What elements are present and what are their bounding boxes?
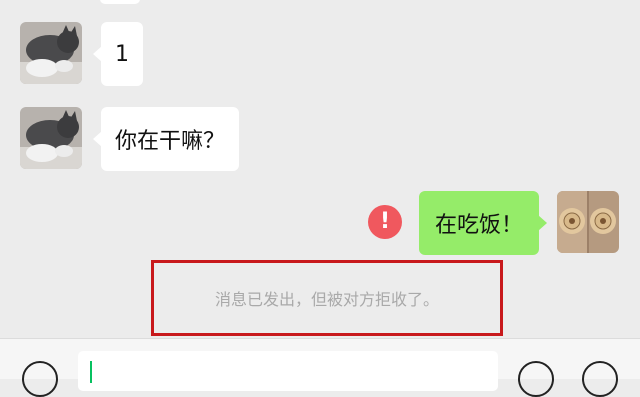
message-text: 在吃饭！ (434, 213, 523, 238)
message-bubble-incoming[interactable]: 1 (93, 22, 143, 86)
system-notice-text: 消息已发出，但被对方拒收了。 (214, 290, 439, 309)
message-input[interactable] (78, 351, 498, 391)
chat-input-bar (0, 338, 640, 397)
cookie-avatar-icon[interactable] (557, 191, 619, 253)
cat-avatar-icon[interactable] (20, 107, 82, 169)
text-caret (90, 361, 92, 383)
message-bubble-incoming[interactable]: 你在干嘛？ (92, 107, 240, 171)
cat-avatar-icon[interactable] (20, 22, 82, 84)
message-text: 你在干嘛？ (115, 129, 226, 154)
previous-message-bubble (100, 0, 140, 4)
send-failed-exclamation-icon[interactable]: ! (368, 205, 402, 239)
rejected-message-notice: 消息已发出，但被对方拒收了。 (151, 260, 503, 336)
message-bubble-outgoing[interactable]: 在吃饭！ (418, 191, 548, 255)
message-text: 1 (115, 41, 129, 67)
plus-icon[interactable] (582, 361, 618, 397)
emoji-icon[interactable] (518, 361, 554, 397)
voice-icon[interactable] (22, 361, 58, 397)
